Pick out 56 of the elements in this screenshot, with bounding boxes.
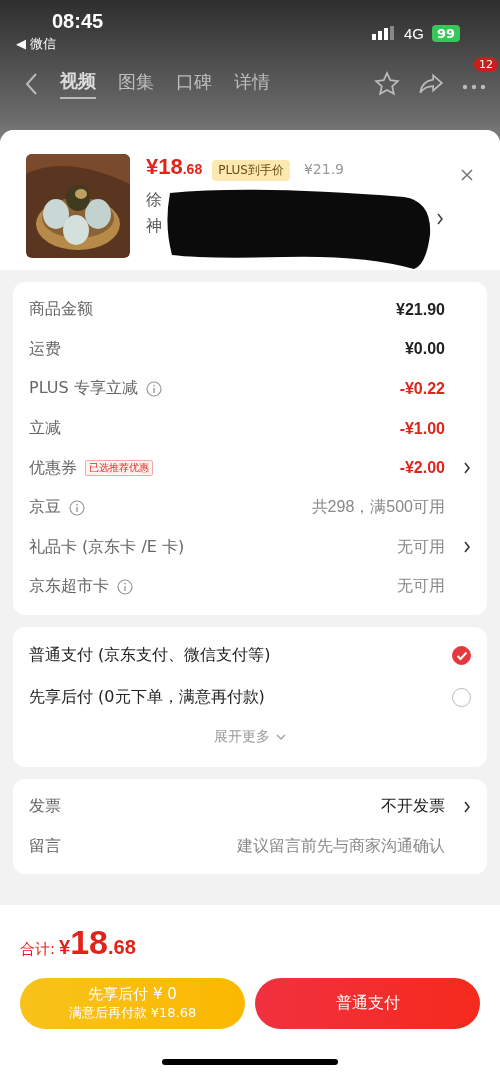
row-label: PLUS 专享立减	[29, 378, 138, 400]
payment-option-label[interactable]: 普通支付 (京东支付、微信支付等)	[29, 645, 452, 667]
total-label: 合计:	[20, 940, 56, 959]
row-value[interactable]: 不开发票	[381, 796, 445, 818]
row-label: 优惠券	[29, 457, 77, 479]
nav-tab[interactable]: 视频	[60, 69, 96, 99]
back-to-app-link[interactable]: ◀ 微信	[16, 35, 104, 53]
chevron-right-icon[interactable]	[463, 800, 471, 813]
row-value[interactable]: 建议留言前先与商家沟通确认	[237, 835, 445, 857]
coupon-tag: 已选推荐优惠	[85, 460, 153, 477]
row-value: ¥21.90	[396, 300, 445, 319]
product-title: 徐	[146, 189, 162, 211]
nav-tab[interactable]: 口碑	[176, 69, 212, 99]
chevron-right-icon[interactable]	[463, 462, 471, 475]
price-tag: PLUS到手价	[212, 160, 290, 181]
product-price: ¥18.68	[146, 154, 203, 180]
row-label: 商品金额	[29, 299, 93, 321]
radio-button[interactable]	[452, 646, 471, 666]
payment-option-label[interactable]: 先享后付 (0元下单，满意再付款)	[29, 687, 452, 709]
original-price: ¥21.9	[303, 161, 344, 177]
battery-level: 99	[431, 24, 460, 42]
notification-badge: 12	[474, 56, 498, 72]
network-type: 4G	[403, 24, 424, 42]
row-label: 留言	[29, 835, 62, 857]
expand-more-link[interactable]: 展开更多	[214, 727, 270, 746]
row-label: 立减	[29, 418, 61, 440]
nav-tab[interactable]: 详情	[234, 69, 270, 99]
checkmark-icon	[455, 650, 468, 661]
row-label: 运费	[29, 338, 61, 360]
info-icon[interactable]	[145, 381, 162, 397]
chevron-down-icon[interactable]	[276, 733, 286, 740]
row-value: -¥2.00	[399, 459, 445, 478]
status-time: 08:45	[52, 10, 104, 33]
row-value: 共298，满500可用	[311, 497, 445, 518]
info-icon[interactable]	[69, 499, 85, 516]
row-value: -¥0.22	[399, 380, 445, 398]
row-label: 京豆	[29, 497, 61, 519]
star-icon[interactable]	[374, 71, 400, 97]
nav-tab[interactable]: 图集	[118, 69, 154, 99]
chevron-right-icon[interactable]	[463, 541, 471, 554]
row-value: ¥0.00	[404, 340, 445, 359]
row-value: 无可用	[397, 536, 445, 557]
back-icon[interactable]	[24, 72, 38, 96]
row-value: 无可用	[397, 576, 445, 597]
pay-button[interactable]: 普通支付	[255, 978, 480, 1029]
row-value: -¥1.00	[399, 419, 445, 438]
row-label: 京东超市卡	[29, 576, 109, 598]
total-price: ¥18.68	[59, 923, 136, 962]
close-icon[interactable]	[460, 168, 474, 182]
chevron-right-icon[interactable]	[436, 213, 444, 225]
row-label: 发票	[29, 796, 62, 818]
info-icon[interactable]	[117, 578, 133, 595]
product-title: 神	[146, 215, 162, 237]
signal-icon	[371, 26, 396, 40]
row-label: 礼品卡 (京东卡 /E 卡)	[29, 536, 185, 558]
more-icon[interactable]	[462, 83, 486, 90]
